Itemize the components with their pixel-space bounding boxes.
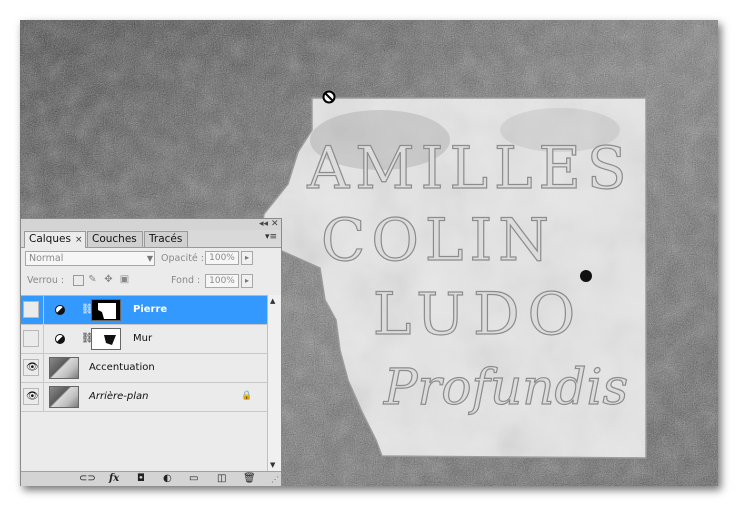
new-layer-icon[interactable]: ◫	[217, 473, 226, 485]
collapse-icon[interactable]: ◂◂	[259, 219, 268, 229]
adjustment-layer-icon	[55, 305, 65, 315]
tab-couches[interactable]: Couches	[87, 231, 143, 247]
layers-panel[interactable]: ◂◂ ✕ Calques × Couches Tracés ▾≡ Normal ▼…	[20, 218, 282, 486]
layer-row-accentuation[interactable]: 👁 Accentuation	[21, 354, 267, 383]
layer-name[interactable]: Arrière-plan	[89, 391, 148, 402]
visibility-toggle[interactable]: 👁	[23, 388, 39, 405]
trash-icon[interactable]: 🗑	[243, 473, 256, 485]
link-icon[interactable]: ⊂⊃	[79, 473, 96, 485]
layer-row-arriere-plan[interactable]: 👁 Arrière-plan 🔒	[21, 383, 267, 412]
panel-bottom-toolbar: ⊂⊃ fx ◘ ◐ ▭ ◫ 🗑 ⋰	[21, 471, 281, 486]
plaque-line-3: LUDO	[373, 280, 583, 348]
layer-mask-thumbnail[interactable]	[91, 299, 121, 321]
layer-name[interactable]: Mur	[133, 333, 152, 344]
panel-menu-icon[interactable]: ▾≡	[265, 232, 277, 242]
lock-transparency-icon[interactable]	[73, 275, 84, 286]
fill-label: Fond :	[171, 275, 201, 286]
plaque-line-2: COLIN	[321, 206, 555, 274]
fx-icon[interactable]: fx	[109, 473, 119, 485]
divider	[43, 354, 44, 382]
divider	[43, 296, 44, 324]
layer-row-pierre[interactable]: ⛓ Pierre	[21, 296, 267, 325]
lock-icon: 🔒	[241, 391, 253, 401]
layer-list-scrollbar[interactable]: ▲ ▼	[267, 295, 281, 471]
opacity-arrow-icon[interactable]: ▸	[241, 251, 253, 265]
tab-couches-label: Couches	[92, 233, 137, 245]
lock-position-icon[interactable]: ✥	[103, 274, 114, 285]
layer-name[interactable]: Accentuation	[89, 362, 155, 373]
no-entry-cursor-icon	[322, 89, 336, 104]
layer-thumbnail[interactable]	[49, 357, 79, 379]
lock-pixels-icon[interactable]: ✎	[87, 274, 98, 285]
blend-mode-select[interactable]: Normal ▼	[25, 251, 155, 266]
tab-traces-label: Tracés	[149, 233, 183, 245]
eye-icon: 👁	[26, 391, 39, 402]
blend-mode-value: Normal	[29, 253, 64, 264]
divider	[43, 325, 44, 353]
tab-calques[interactable]: Calques ×	[24, 231, 86, 248]
eye-icon: 👁	[26, 362, 39, 373]
layer-list[interactable]: ⛓ Pierre ⛓ Mur 👁 Accentuation 👁 Arrière-…	[21, 295, 267, 472]
visibility-toggle[interactable]: 👁	[23, 359, 39, 376]
adjustment-layer-icon	[55, 334, 65, 344]
folder-icon[interactable]: ▭	[189, 473, 198, 485]
layer-mask-thumbnail[interactable]	[91, 328, 121, 350]
panel-tabs: Calques × Couches Tracés ▾≡	[21, 230, 281, 248]
layer-row-mur[interactable]: ⛓ Mur	[21, 325, 267, 354]
layer-thumbnail[interactable]	[49, 386, 79, 408]
lock-all-icon[interactable]: ▣	[119, 274, 130, 285]
mask-icon[interactable]: ◘	[137, 473, 145, 485]
tab-close-icon[interactable]: ×	[75, 235, 83, 245]
resize-grip-icon[interactable]: ⋰	[271, 475, 279, 484]
tab-traces[interactable]: Tracés	[144, 231, 188, 247]
lock-row: Verrou : ✎ ✥ ▣ Fond : 100% ▸	[21, 270, 281, 292]
fill-field[interactable]: 100%	[205, 274, 239, 288]
opacity-label: Opacité :	[161, 253, 204, 264]
tab-calques-label: Calques	[29, 233, 71, 245]
close-panel-icon[interactable]: ✕	[271, 219, 279, 229]
opacity-field[interactable]: 100%	[205, 251, 239, 265]
blend-row: Normal ▼ Opacité : 100% ▸	[21, 248, 281, 270]
chevron-down-icon: ▼	[146, 254, 153, 263]
plaque-line-1: AMILLES	[306, 134, 632, 202]
visibility-toggle[interactable]	[23, 330, 39, 347]
visibility-toggle[interactable]	[23, 301, 39, 318]
layer-name[interactable]: Pierre	[133, 304, 167, 315]
scroll-down-icon[interactable]: ▼	[270, 461, 275, 469]
adjustment-icon[interactable]: ◐	[163, 473, 172, 485]
scroll-up-icon[interactable]: ▲	[270, 297, 275, 305]
lock-label: Verrou :	[27, 275, 65, 286]
fill-arrow-icon[interactable]: ▸	[241, 274, 253, 288]
plaque-line-4: Profundis	[383, 358, 628, 416]
divider	[43, 383, 44, 411]
